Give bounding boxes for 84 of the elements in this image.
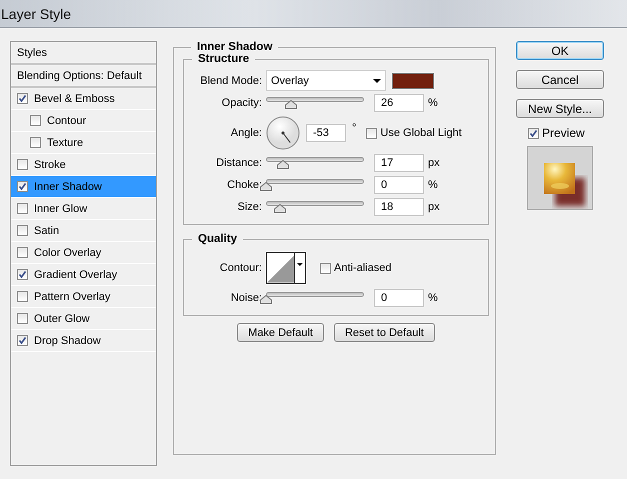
slider-thumb[interactable] [260,295,272,304]
window-title: Layer Style [1,6,72,22]
dialog-button[interactable]: Cancel [516,70,604,89]
checkbox-label: Use Global Light [380,127,462,139]
slider-thumb[interactable] [260,182,272,191]
field-label: Angle: [230,127,263,139]
style-list-item[interactable]: Outer Glow [11,308,156,330]
field-label: Blend Mode: [199,74,263,86]
style-checkbox[interactable] [17,247,28,258]
style-checkbox[interactable] [17,269,28,280]
group-title: Quality [197,233,238,245]
unit-label: px [428,201,440,213]
anti-aliased-checkbox[interactable] [320,262,331,274]
unit-label: ° [352,122,356,134]
field-label: Size: [236,201,263,213]
value-field[interactable]: 26 [374,94,424,112]
item-label: Bevel & Emboss [34,92,115,104]
style-list-item[interactable]: Texture [11,132,156,154]
default-button[interactable]: Reset to Default [334,323,435,342]
field-label: Distance: [215,157,263,169]
item-label: Contour [47,114,86,126]
style-list-item[interactable]: Gradient Overlay [11,264,156,286]
group-title: Structure [197,53,250,65]
value-field[interactable]: 0 [374,289,424,307]
unit-label: % [428,97,438,109]
style-checkbox[interactable] [17,335,28,346]
panel-title: Inner Shadow [196,41,274,53]
style-checkbox[interactable] [17,93,28,104]
style-checkbox[interactable] [17,159,28,170]
style-list-item[interactable]: Contour [11,110,156,132]
unit-label: px [428,157,440,169]
unit-label: % [428,179,438,191]
style-checkbox[interactable] [17,291,28,302]
checkbox-label: Preview [542,126,585,140]
style-checkbox[interactable] [17,313,28,324]
slider-thumb[interactable] [274,204,286,213]
value-field[interactable]: 0 [374,176,424,194]
item-label: Drop Shadow [34,334,101,346]
item-label: Gradient Overlay [34,268,118,280]
list-header[interactable]: Blending Options: Default [11,65,156,88]
item-label: Stroke [34,158,66,170]
field-label: Noise: [230,292,263,304]
style-list-item[interactable]: Bevel & Emboss [11,88,156,110]
style-list-item[interactable]: Pattern Overlay [11,286,156,308]
contour-picker[interactable] [266,252,306,284]
style-preview-drawing [527,146,593,210]
unit-label: % [428,292,438,304]
checkbox-label: Anti-aliased [334,262,392,274]
preview-checkbox[interactable] [528,128,539,138]
style-list-item[interactable]: Inner Shadow [11,176,156,198]
slider-thumb[interactable] [276,160,289,169]
field-label: Choke: [226,179,263,191]
dialog-button[interactable]: OK [516,41,604,60]
item-label: Inner Glow [34,202,88,214]
item-label: Pattern Overlay [34,290,110,302]
style-list-item[interactable]: Drop Shadow [11,330,156,352]
caret-icon[interactable] [294,253,305,283]
style-list-item[interactable]: Color Overlay [11,242,156,264]
item-label: Color Overlay [34,246,102,258]
list-header[interactable]: Styles [11,42,156,65]
color-swatch[interactable] [392,72,434,88]
angle-field[interactable]: -53 [306,124,346,142]
style-list-item[interactable]: Satin [11,220,156,242]
default-button[interactable]: Make Default [237,323,324,342]
item-label: Texture [47,136,84,148]
field-label: Opacity: [220,97,263,109]
angle-dial[interactable] [266,116,300,150]
style-checkbox[interactable] [17,181,28,192]
item-label: Satin [34,224,60,236]
style-checkbox[interactable] [17,203,28,214]
global-light-checkbox[interactable] [366,128,378,138]
value-field[interactable]: 18 [374,198,424,216]
value-field[interactable]: 17 [374,154,424,172]
style-checkbox[interactable] [30,115,41,126]
style-checkbox[interactable] [30,137,41,148]
caret-icon [373,78,381,82]
style-checkbox[interactable] [17,225,28,236]
dialog-button[interactable]: New Style... [516,99,604,118]
item-label: Inner Shadow [34,180,102,192]
style-list-item[interactable]: Inner Glow [11,198,156,220]
blend-mode-dropdown[interactable]: Overlay [266,70,386,91]
slider-thumb[interactable] [285,100,298,109]
field-label: Contour: [218,262,263,274]
item-label: Outer Glow [34,312,90,324]
